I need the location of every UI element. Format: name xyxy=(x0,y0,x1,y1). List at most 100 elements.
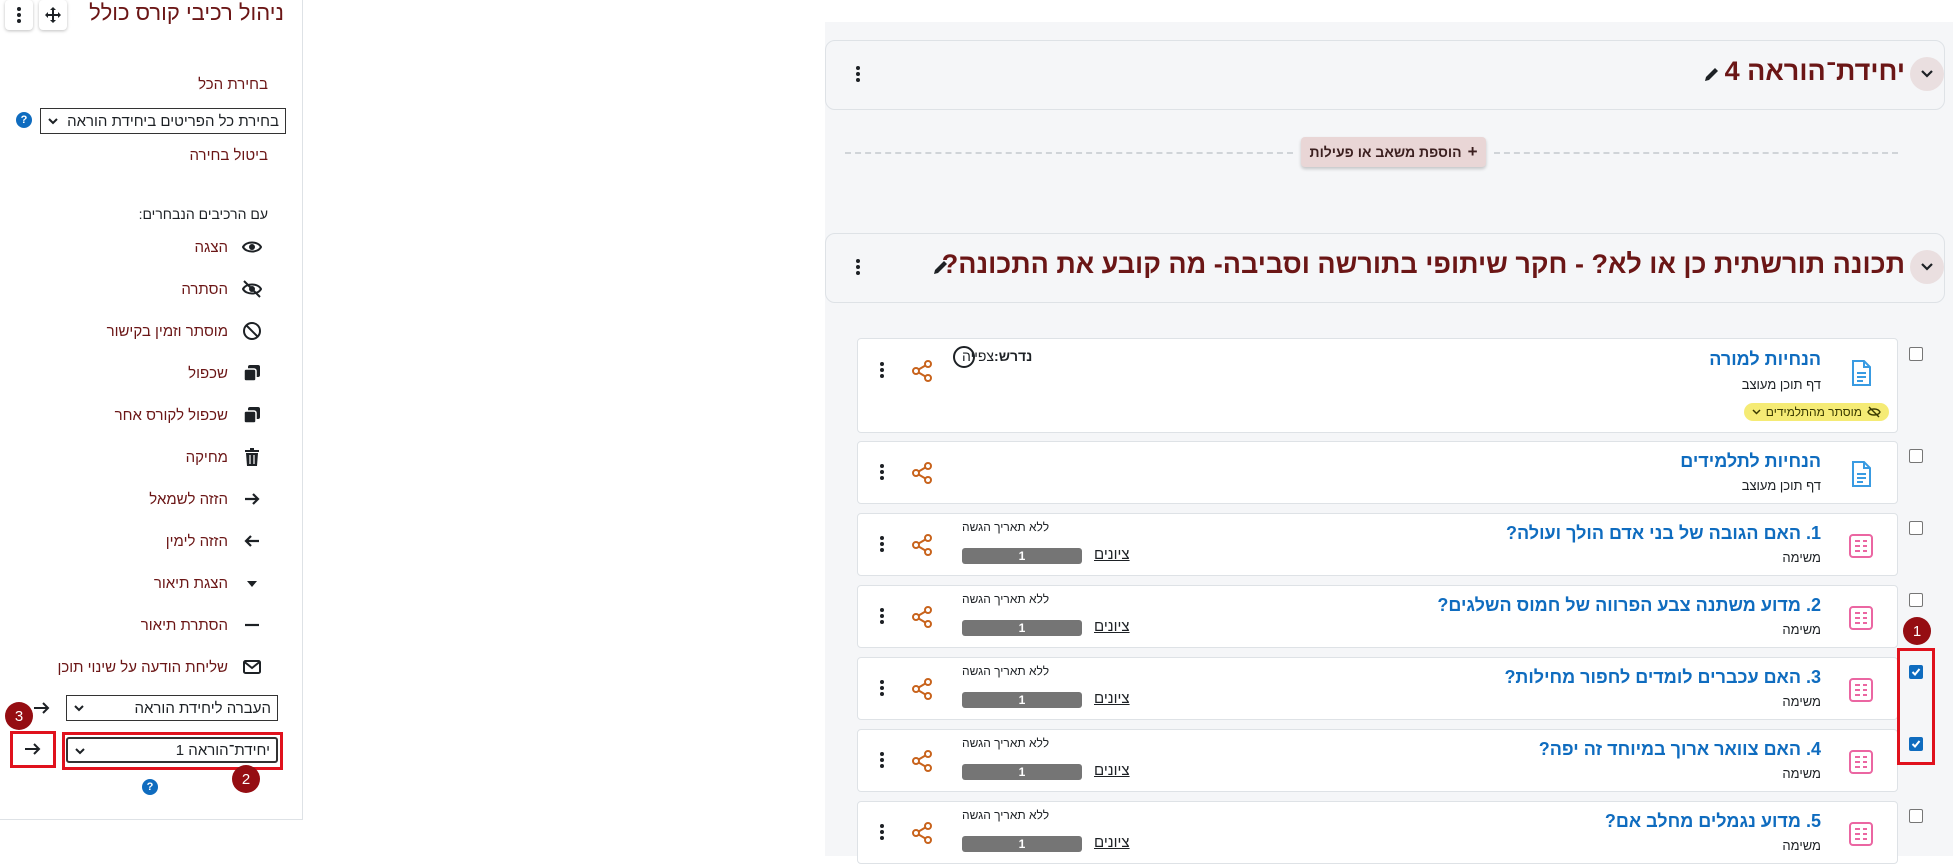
hidden-badge-label: מוסתר מהתלמידים xyxy=(1765,405,1862,419)
kebab-icon[interactable] xyxy=(880,680,884,696)
activity-name[interactable]: 2. מדוע משתנה צבע הפרווה של חמוס השלגים? xyxy=(1437,595,1821,616)
submissions-count-bar: 1 xyxy=(962,764,1082,780)
grades-link[interactable]: ציונים xyxy=(1094,546,1130,563)
action-label: שכפול לקורס אחר xyxy=(114,406,228,424)
action-label: הצגת תיאור xyxy=(153,574,228,592)
add-activity-button[interactable]: + הוספת משאב או פעילות xyxy=(1301,137,1486,167)
action-label: הזזה לימין xyxy=(165,532,228,550)
activity-checkbox[interactable] xyxy=(1909,809,1923,823)
kebab-icon xyxy=(856,66,860,82)
edit-pencil-icon[interactable] xyxy=(1703,66,1720,83)
action-duplicate-to-course[interactable]: שכפול לקורס אחר xyxy=(115,403,262,427)
section-collapse-button[interactable] xyxy=(1910,250,1944,284)
submissions-count-bar: 1 xyxy=(962,620,1082,636)
due-date-text: ללא תאריך הגשה xyxy=(962,808,1050,822)
action-hide-description[interactable]: הסתרת תיאור xyxy=(141,613,262,637)
grades-link[interactable]: ציונים xyxy=(1094,690,1130,707)
kebab-icon[interactable] xyxy=(880,752,884,768)
action-show[interactable]: הצגה xyxy=(194,235,262,259)
activity-name[interactable]: הנחיות לתלמידים xyxy=(1680,451,1821,472)
share-icon[interactable] xyxy=(910,359,934,383)
hidden-from-students-badge[interactable]: מוסתר מהתלמידים xyxy=(1743,403,1889,421)
kebab-icon[interactable] xyxy=(880,536,884,552)
select-all-link[interactable]: בחירת הכל xyxy=(198,76,268,93)
kebab-icon xyxy=(17,7,21,23)
page-icon xyxy=(1852,461,1871,487)
due-date-text: ללא תאריך הגשה xyxy=(962,664,1050,678)
action-move-right[interactable]: הזזה לימין xyxy=(166,529,262,553)
annotation-number: 3 xyxy=(14,707,24,725)
action-stealth[interactable]: מוסתר וזמין בקישור xyxy=(107,319,262,343)
edit-pencil-icon[interactable] xyxy=(932,259,949,276)
kebab-icon[interactable] xyxy=(880,608,884,624)
activity-name[interactable]: 3. האם עכברים לומדים לחפור מחילות? xyxy=(1504,667,1821,688)
action-show-description[interactable]: הצגת תיאור xyxy=(154,571,262,595)
divider xyxy=(1494,152,1898,154)
activity-checkbox[interactable] xyxy=(1909,347,1923,361)
activity-type: משימה xyxy=(1782,694,1821,709)
action-delete[interactable]: מחיקה xyxy=(186,445,262,469)
kebab-icon[interactable] xyxy=(880,824,884,840)
annotation-badge: 2 xyxy=(232,765,260,793)
assignment-icon xyxy=(1849,606,1873,630)
eye-icon xyxy=(242,237,262,257)
select-scope-dropdown[interactable]: בחירת כל הפריטים ביחידת הוראה xyxy=(40,108,286,134)
chevron-down-icon xyxy=(1921,263,1933,271)
annotation-number: 2 xyxy=(241,770,251,788)
chevron-down-icon xyxy=(1921,70,1933,78)
activity-type: דף תוכן מעוצב xyxy=(1741,478,1821,493)
grades-link[interactable]: ציונים xyxy=(1094,762,1130,779)
activity-type: משימה xyxy=(1782,622,1821,637)
action-label: הסתרה xyxy=(181,280,228,298)
activity-name[interactable]: 5. מדוע נגמלים מחלב אם? xyxy=(1605,811,1821,832)
section-collapse-button[interactable] xyxy=(1910,57,1944,91)
share-icon[interactable] xyxy=(910,533,934,557)
section-menu-button[interactable] xyxy=(848,62,868,86)
activity-name[interactable]: 1. האם הגובה של בני אדם הולך ועולה? xyxy=(1506,523,1821,544)
action-label: הצגה xyxy=(194,238,228,256)
activity-type: משימה xyxy=(1782,766,1821,781)
action-move-left[interactable]: הזזה לשמאל xyxy=(149,487,262,511)
annotation-badge: 1 xyxy=(1903,617,1931,645)
move-panel-button[interactable] xyxy=(39,0,67,30)
grades-link[interactable]: ציונים xyxy=(1094,618,1130,635)
share-icon[interactable] xyxy=(910,821,934,845)
help-icon[interactable]: ? xyxy=(16,112,32,128)
activity-checkbox[interactable] xyxy=(1909,593,1923,607)
annotation-box xyxy=(1897,648,1935,765)
share-icon[interactable] xyxy=(910,677,934,701)
action-label: שכפול xyxy=(188,364,228,382)
section-menu-button[interactable] xyxy=(848,255,868,279)
cancel-selection-link[interactable]: ביטול בחירה xyxy=(190,147,269,164)
share-icon[interactable] xyxy=(910,461,934,485)
eye-slash-icon xyxy=(242,279,262,299)
grades-link[interactable]: ציונים xyxy=(1094,834,1130,851)
help-glyph: ? xyxy=(146,781,154,793)
share-icon[interactable] xyxy=(910,749,934,773)
submissions-count-bar: 1 xyxy=(962,692,1082,708)
assignment-icon xyxy=(1849,750,1873,774)
annotation-number: 1 xyxy=(1912,622,1922,640)
action-label: מחיקה xyxy=(185,448,228,466)
kebab-icon[interactable] xyxy=(880,362,884,378)
action-label: הסתרת תיאור xyxy=(140,616,228,634)
activity-type: משימה xyxy=(1782,838,1821,853)
activity-name[interactable]: 4. האם צוואר ארוך במיוחד זה יפה? xyxy=(1539,739,1821,760)
activity-card: 3. האם עכברים לומדים לחפור מחילות? משימה… xyxy=(857,657,1898,720)
move-to-section-dropdown[interactable]: העברה ליחידת הוראה xyxy=(66,695,278,721)
trash-icon xyxy=(242,447,262,467)
activity-name[interactable]: הנחיות למורה xyxy=(1709,349,1821,370)
chevron-down-icon xyxy=(1752,409,1761,415)
action-duplicate[interactable]: שכפול xyxy=(188,361,262,385)
panel-title: ניהול רכיבי קורס כולל xyxy=(89,0,284,25)
kebab-icon[interactable] xyxy=(880,464,884,480)
activity-checkbox[interactable] xyxy=(1909,449,1923,463)
help-glyph: ? xyxy=(20,114,28,126)
action-hide[interactable]: הסתרה xyxy=(181,277,262,301)
more-menu-button[interactable] xyxy=(5,0,33,30)
help-icon[interactable]: ? xyxy=(142,779,158,795)
share-icon[interactable] xyxy=(910,605,934,629)
action-send-notification[interactable]: שליחת הודעה על שינוי תוכן xyxy=(57,655,262,679)
activity-checkbox[interactable] xyxy=(1909,521,1923,535)
activity-card: 2. מדוע משתנה צבע הפרווה של חמוס השלגים?… xyxy=(857,585,1898,648)
